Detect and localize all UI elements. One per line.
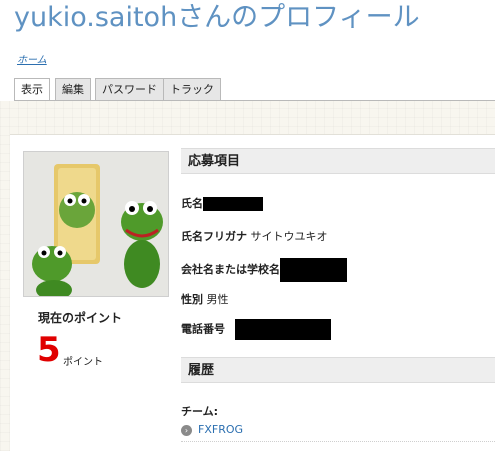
tab-bar: 表示 編集 パスワード トラック bbox=[14, 78, 495, 101]
tab-password[interactable]: パスワード bbox=[95, 78, 164, 100]
history-section-header: 履歴 bbox=[181, 357, 495, 383]
gender-label: 性別 bbox=[181, 293, 203, 306]
company-redacted bbox=[280, 258, 347, 282]
gender-value: 男性 bbox=[206, 293, 229, 306]
tab-view[interactable]: 表示 bbox=[14, 78, 50, 101]
page-title: yukio.saitohさんのプロフィール bbox=[14, 2, 420, 33]
company-label: 会社名または学校名 bbox=[181, 263, 280, 276]
application-section-header: 応募項目 bbox=[181, 148, 495, 174]
company-field: 会社名または学校名 bbox=[181, 258, 347, 282]
points-unit: ポイント bbox=[63, 357, 103, 368]
name-label: 氏名 bbox=[181, 197, 203, 210]
phone-field: 電話番号 bbox=[181, 319, 331, 340]
furigana-field: 氏名フリガナ サイトウユキオ bbox=[181, 228, 328, 244]
tab-edit[interactable]: 編集 bbox=[55, 78, 91, 100]
history-divider bbox=[181, 441, 495, 442]
arrow-right-circle-icon: › bbox=[181, 424, 192, 436]
avatar bbox=[23, 151, 169, 300]
name-redacted bbox=[203, 197, 263, 211]
points-label: 現在のポイント bbox=[38, 311, 123, 325]
tab-track[interactable]: トラック bbox=[163, 78, 221, 100]
points-value: 5 bbox=[37, 330, 61, 370]
team-link[interactable]: FXFROG bbox=[198, 423, 243, 436]
breadcrumb-home-link[interactable]: ホーム bbox=[17, 51, 47, 66]
avatar-photo-frog-image bbox=[24, 152, 168, 300]
furigana-value: サイトウユキオ bbox=[250, 230, 328, 243]
phone-redacted bbox=[234, 319, 331, 340]
team-link-row: › FXFROG bbox=[181, 423, 243, 436]
gender-field: 性別 男性 bbox=[181, 291, 229, 307]
name-field: 氏名 bbox=[181, 195, 263, 211]
team-label: チーム: bbox=[181, 405, 219, 418]
furigana-label: 氏名フリガナ bbox=[181, 230, 247, 243]
phone-label: 電話番号 bbox=[181, 322, 225, 336]
